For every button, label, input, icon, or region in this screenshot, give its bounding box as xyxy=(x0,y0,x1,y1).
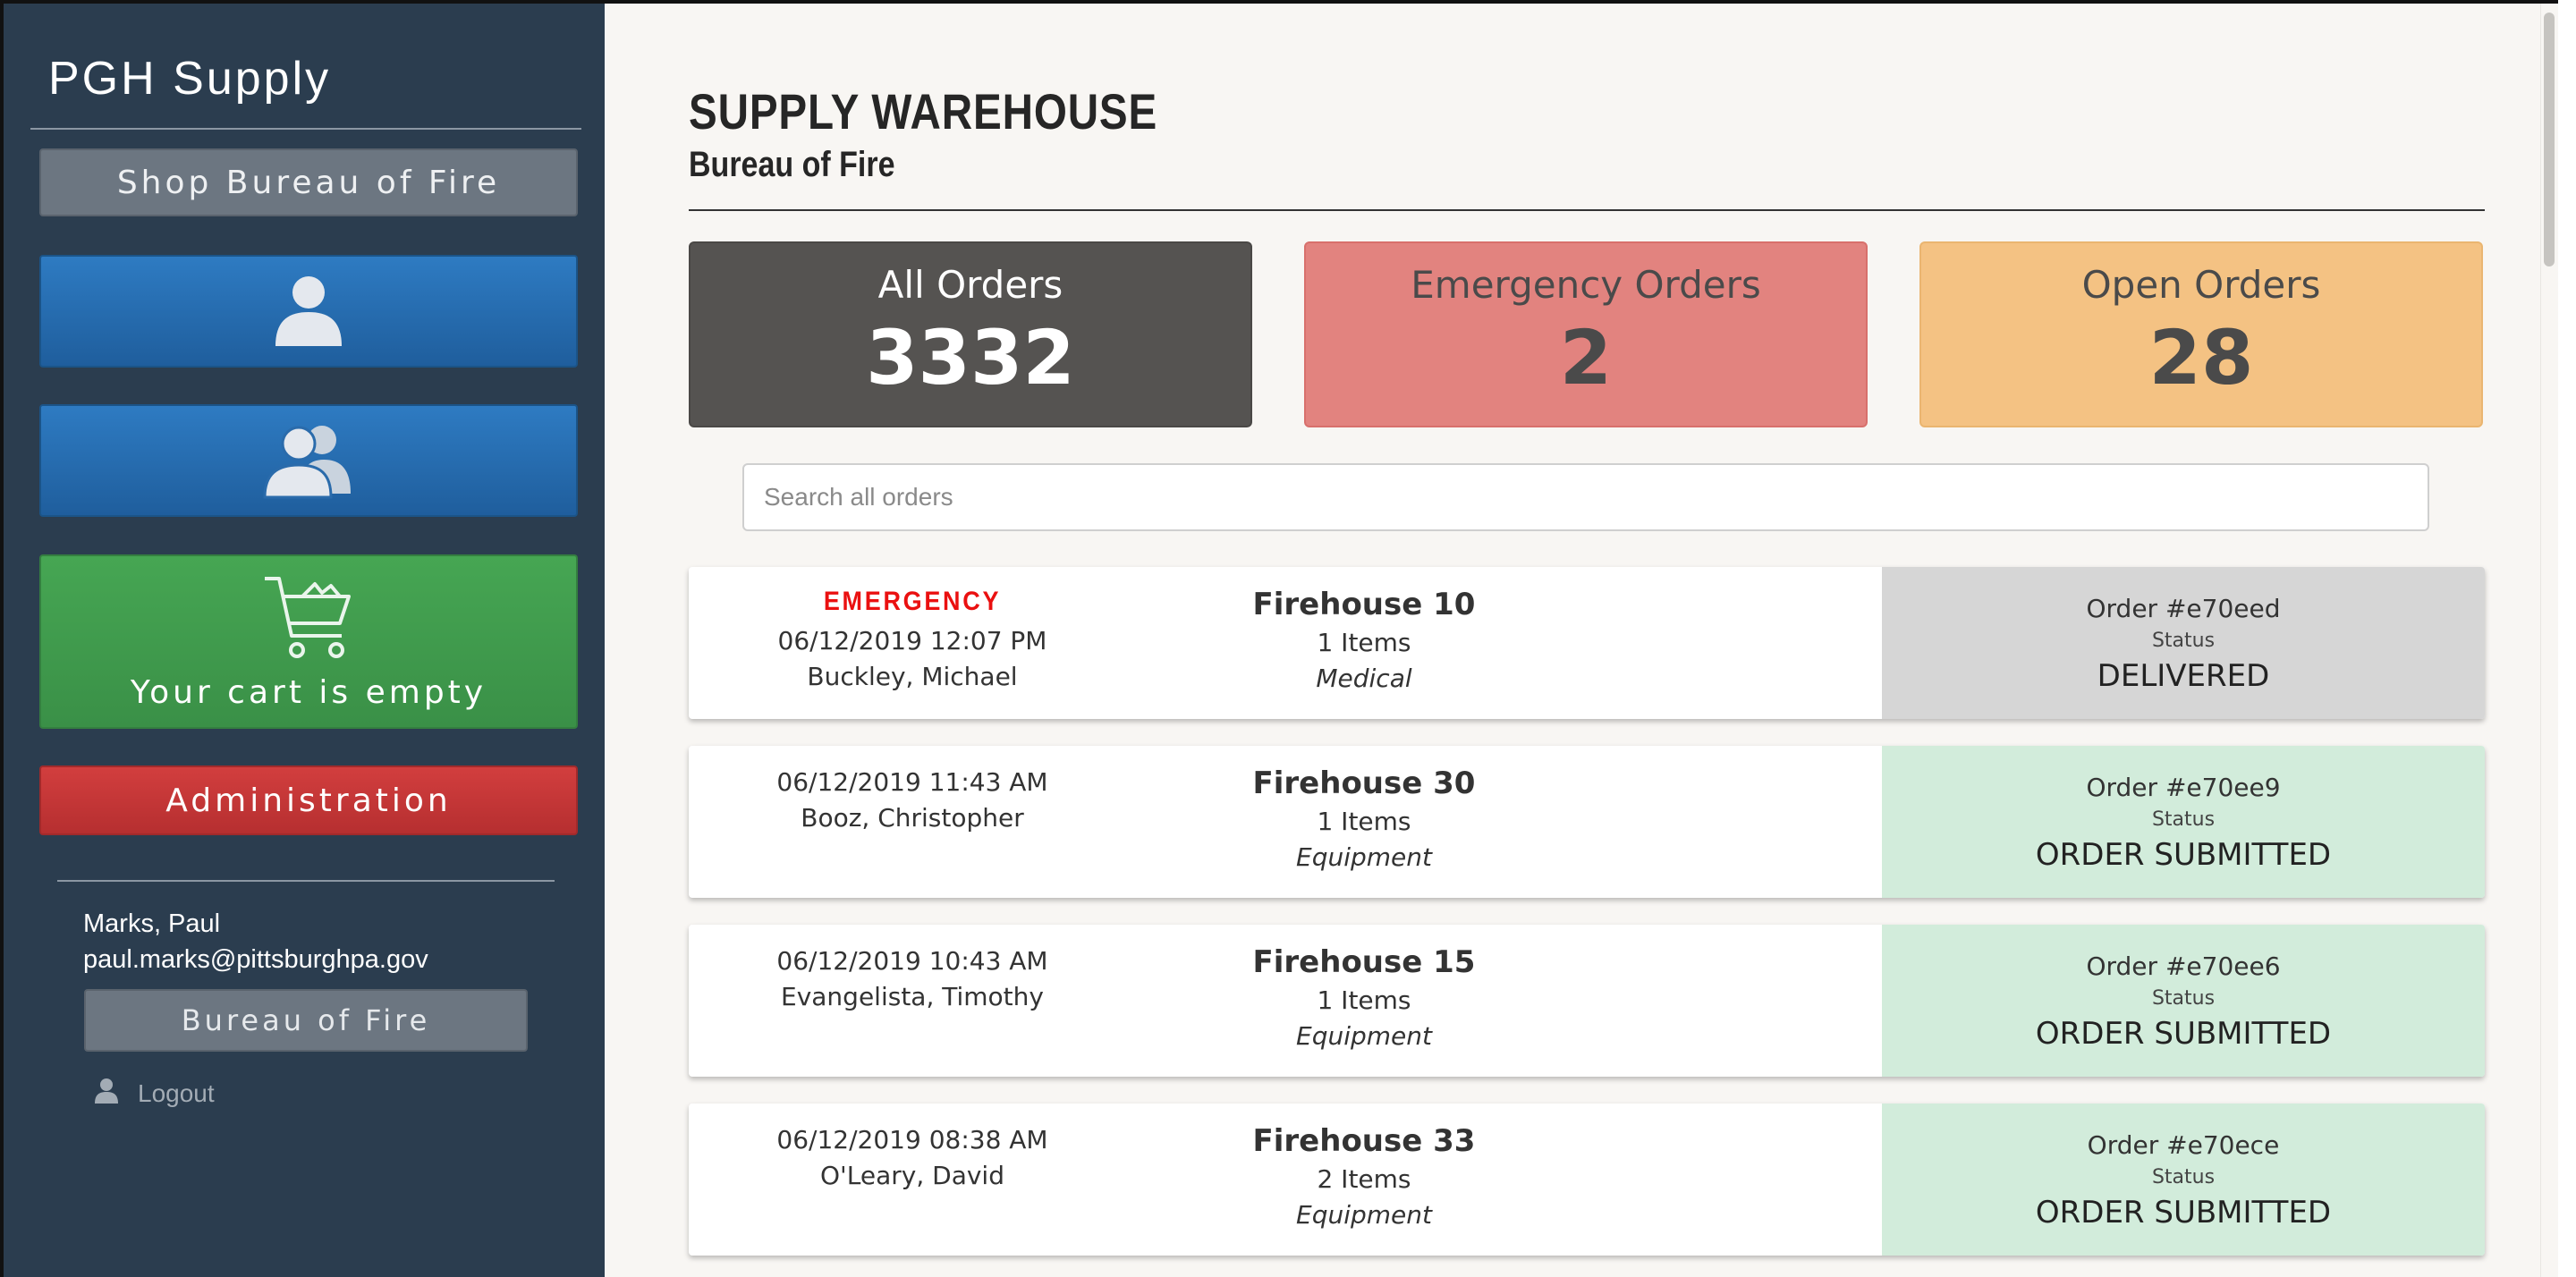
order-meta: 06/12/2019 10:43 AM Evangelista, Timothy xyxy=(689,925,1136,1077)
emergency-tag: EMERGENCY xyxy=(823,587,1002,616)
cart-status-label: Your cart is empty xyxy=(130,673,487,711)
order-category: Equipment xyxy=(1296,1200,1432,1230)
department-label: Bureau of Fire xyxy=(181,1003,431,1037)
order-category: Equipment xyxy=(1296,842,1432,872)
status-badge: DELIVERED xyxy=(2097,658,2270,694)
order-row[interactable]: 06/12/2019 10:43 AM Evangelista, Timothy… xyxy=(689,925,2485,1077)
logout-label: Logout xyxy=(138,1078,215,1107)
order-category: Equipment xyxy=(1296,1021,1432,1051)
sidebar-divider-2 xyxy=(57,880,555,882)
status-label: Status xyxy=(2151,1166,2216,1188)
person-icon xyxy=(268,269,349,353)
user-name: Marks, Paul xyxy=(83,909,221,938)
sidebar: PGH Supply Shop Bureau of Fire Your cart… xyxy=(0,0,605,1277)
order-meta: 06/12/2019 11:43 AM Booz, Christopher xyxy=(689,746,1136,898)
order-date: 06/12/2019 11:43 AM xyxy=(776,767,1048,797)
scrollbar-thumb[interactable] xyxy=(2544,13,2555,266)
order-number: Order #e70ece xyxy=(2087,1130,2280,1160)
order-date: 06/12/2019 10:43 AM xyxy=(776,946,1048,976)
status-badge: ORDER SUBMITTED xyxy=(2035,837,2332,873)
emergency-orders-label: Emergency Orders xyxy=(1411,263,1761,307)
order-details: Firehouse 30 1 Items Equipment xyxy=(1140,746,1588,898)
all-orders-card[interactable]: All Orders 3332 xyxy=(689,241,1252,427)
order-items: 1 Items xyxy=(1317,628,1411,657)
order-details: Firehouse 33 2 Items Equipment xyxy=(1140,1104,1588,1256)
order-number: Order #e70eed xyxy=(2086,594,2281,623)
shop-bureau-button[interactable]: Shop Bureau of Fire xyxy=(39,148,578,216)
order-firehouse: Firehouse 15 xyxy=(1252,944,1476,980)
order-requester: Buckley, Michael xyxy=(807,662,1018,691)
cart-icon xyxy=(259,573,358,671)
status-label: Status xyxy=(2151,630,2216,652)
open-orders-count: 28 xyxy=(2148,314,2254,402)
order-firehouse: Firehouse 10 xyxy=(1252,587,1476,622)
user-email: paul.marks@pittsburghpa.gov xyxy=(83,945,428,974)
order-date: 06/12/2019 12:07 PM xyxy=(777,626,1047,655)
brand-title[interactable]: PGH Supply xyxy=(48,52,331,106)
all-users-button[interactable] xyxy=(39,404,578,517)
order-status-panel: Order #e70ece Status ORDER SUBMITTED xyxy=(1882,1104,2485,1256)
order-number: Order #e70ee6 xyxy=(2086,951,2281,981)
order-date: 06/12/2019 08:38 AM xyxy=(776,1125,1048,1154)
all-orders-count: 3332 xyxy=(866,314,1075,402)
people-icon xyxy=(259,419,358,503)
order-requester: Evangelista, Timothy xyxy=(781,982,1044,1011)
order-items: 1 Items xyxy=(1317,985,1411,1015)
order-details: Firehouse 15 1 Items Equipment xyxy=(1140,925,1588,1077)
shop-bureau-label: Shop Bureau of Fire xyxy=(116,164,501,201)
open-orders-label: Open Orders xyxy=(2081,263,2321,307)
order-row[interactable]: EMERGENCY 06/12/2019 12:07 PM Buckley, M… xyxy=(689,567,2485,719)
emergency-orders-count: 2 xyxy=(1559,314,1613,402)
search-input[interactable] xyxy=(742,463,2429,531)
order-requester: Booz, Christopher xyxy=(801,803,1024,833)
status-badge: ORDER SUBMITTED xyxy=(2035,1195,2332,1230)
administration-button[interactable]: Administration xyxy=(39,765,578,835)
order-items: 2 Items xyxy=(1317,1164,1411,1194)
status-label: Status xyxy=(2151,808,2216,831)
order-row[interactable]: 06/12/2019 08:38 AM O'Leary, David Fireh… xyxy=(689,1104,2485,1256)
cart-button[interactable]: Your cart is empty xyxy=(39,554,578,729)
page-title: SUPPLY WAREHOUSE xyxy=(689,83,1158,140)
main-content: SUPPLY WAREHOUSE Bureau of Fire All Orde… xyxy=(605,0,2558,1277)
order-status-panel: Order #e70eed Status DELIVERED xyxy=(1882,567,2485,719)
order-items: 1 Items xyxy=(1317,807,1411,836)
sidebar-divider xyxy=(30,128,581,130)
status-badge: ORDER SUBMITTED xyxy=(2035,1016,2332,1052)
order-row[interactable]: 06/12/2019 11:43 AM Booz, Christopher Fi… xyxy=(689,746,2485,898)
administration-label: Administration xyxy=(165,782,452,819)
order-meta: 06/12/2019 08:38 AM O'Leary, David xyxy=(689,1104,1136,1256)
order-status-panel: Order #e70ee9 Status ORDER SUBMITTED xyxy=(1882,746,2485,898)
scrollbar[interactable] xyxy=(2540,4,2558,1277)
order-requester: O'Leary, David xyxy=(820,1161,1004,1190)
order-firehouse: Firehouse 33 xyxy=(1252,1123,1476,1159)
order-category: Medical xyxy=(1316,664,1412,693)
logout-person-icon xyxy=(93,1077,120,1110)
all-orders-label: All Orders xyxy=(877,263,1063,307)
page-subtitle: Bureau of Fire xyxy=(689,145,895,184)
order-number: Order #e70ee9 xyxy=(2086,773,2281,802)
department-button[interactable]: Bureau of Fire xyxy=(84,989,528,1052)
order-status-panel: Order #e70ee6 Status ORDER SUBMITTED xyxy=(1882,925,2485,1077)
order-meta: EMERGENCY 06/12/2019 12:07 PM Buckley, M… xyxy=(689,567,1136,719)
logout-link[interactable]: Logout xyxy=(93,1077,215,1110)
status-label: Status xyxy=(2151,987,2216,1010)
open-orders-card[interactable]: Open Orders 28 xyxy=(1919,241,2483,427)
order-firehouse: Firehouse 30 xyxy=(1252,765,1476,801)
title-divider xyxy=(689,209,2485,211)
my-orders-button[interactable] xyxy=(39,255,578,368)
emergency-orders-card[interactable]: Emergency Orders 2 xyxy=(1304,241,1868,427)
order-details: Firehouse 10 1 Items Medical xyxy=(1140,567,1588,719)
